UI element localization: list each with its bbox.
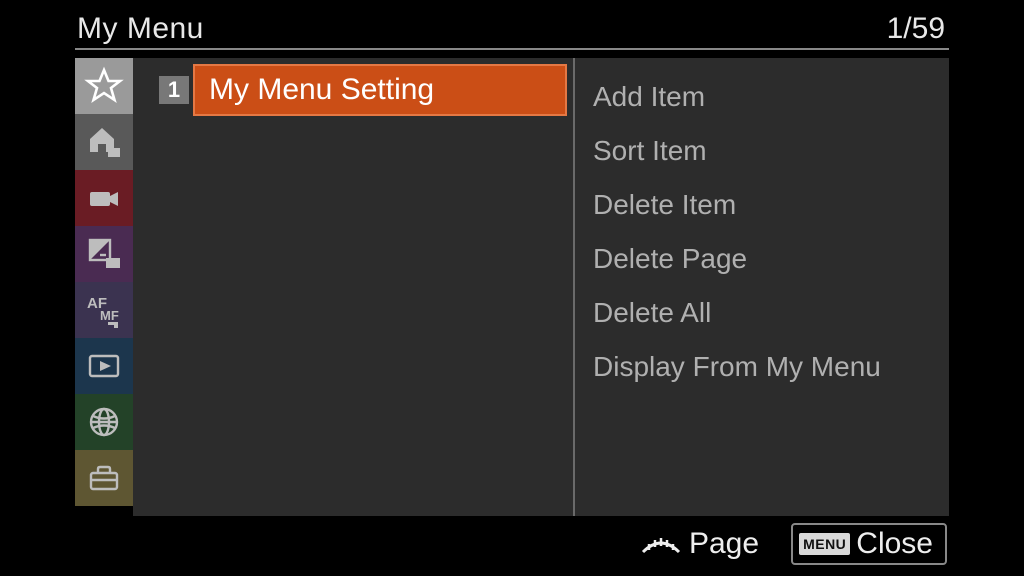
page-indicator: 1/59 <box>887 12 949 46</box>
sidebar-tab-exposure[interactable] <box>75 226 133 282</box>
svg-text:MF: MF <box>100 308 119 323</box>
afmf-icon: AF MF <box>84 290 124 330</box>
header-bar: My Menu 1/59 <box>75 6 949 50</box>
toolbox-icon <box>84 458 124 498</box>
menu-item-my-menu-setting[interactable]: My Menu Setting <box>193 64 567 116</box>
submenu-item-sort[interactable]: Sort Item <box>593 124 949 178</box>
star-icon <box>84 66 124 106</box>
exposure-icon <box>84 234 124 274</box>
sidebar-tab-my-menu[interactable] <box>75 58 133 114</box>
sidebar-tab-playback[interactable] <box>75 338 133 394</box>
submenu-item-delete-item[interactable]: Delete Item <box>593 178 949 232</box>
menu-badge: MENU <box>799 533 850 555</box>
dial-icon <box>639 532 683 556</box>
footer-bar: Page MENU Close <box>75 520 949 568</box>
video-camera-icon <box>84 178 124 218</box>
close-button[interactable]: MENU Close <box>791 523 947 565</box>
play-icon <box>84 346 124 386</box>
page-control[interactable]: Page <box>639 527 759 561</box>
sidebar: AF MF <box>75 58 133 506</box>
submenu-item-add[interactable]: Add Item <box>593 70 949 124</box>
home-icon <box>84 122 124 162</box>
page-number-badge: 1 <box>159 76 189 104</box>
submenu-column: Add Item Sort Item Delete Item Delete Pa… <box>573 58 949 516</box>
submenu-item-delete-all[interactable]: Delete All <box>593 286 949 340</box>
sidebar-tab-main[interactable] <box>75 114 133 170</box>
submenu-item-delete-page[interactable]: Delete Page <box>593 232 949 286</box>
sidebar-tab-setup[interactable] <box>75 450 133 506</box>
page-control-label: Page <box>689 527 759 561</box>
globe-icon <box>84 402 124 442</box>
menu-list-column: 1 My Menu Setting <box>133 58 573 516</box>
submenu-item-display-from[interactable]: Display From My Menu <box>593 340 949 394</box>
close-button-label: Close <box>856 527 933 561</box>
page-title: My Menu <box>75 12 204 46</box>
sidebar-tab-focus[interactable]: AF MF <box>75 282 133 338</box>
sidebar-tab-shooting[interactable] <box>75 170 133 226</box>
sidebar-tab-network[interactable] <box>75 394 133 450</box>
main-panel: 1 My Menu Setting Add Item Sort Item Del… <box>133 58 949 516</box>
